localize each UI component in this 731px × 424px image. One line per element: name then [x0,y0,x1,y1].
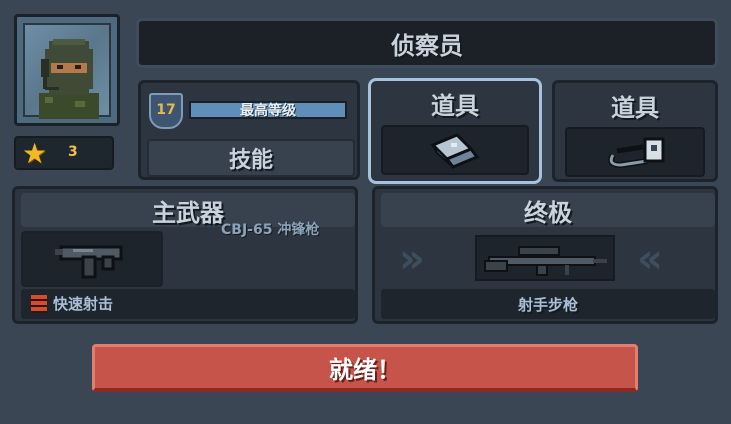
ultimate-panel[interactable]: 终极 » « 射手步枪 [372,186,718,324]
level-panel: 17 最高等级 技能 [138,80,360,180]
star-count: 3 [68,144,78,160]
ready-button-label: 就绪！ [329,356,401,384]
marksman-rifle-icon [484,246,607,276]
skills-button[interactable]: 技能 [147,139,355,177]
chevron-right-icon: » [399,236,425,282]
ultimate-weapon-name: 射手步枪 [517,295,578,314]
character-name: 侦察员 [391,31,463,60]
level-status: 最高等级 [240,103,296,119]
item-2-icon-slot [565,127,705,177]
chevron-left-icon: « [637,236,663,282]
primary-weapon-trait-bar: 快速射击 [21,289,355,319]
gadget-device-icon [430,133,480,169]
ultimate-weapon-slot [475,235,615,281]
item-slot-1[interactable]: 道具 [368,78,542,184]
ready-button[interactable]: 就绪！ [92,344,638,392]
skills-label: 技能 [228,148,273,173]
portrait-frame [23,23,111,119]
ultimate-title: 终极 [381,193,715,227]
item-slot-2[interactable]: 道具 [552,80,718,182]
ultimate-name-bar: 射手步枪 [381,289,715,319]
primary-weapon-trait: 快速射击 [53,295,114,313]
star-rank: ★ 3 [14,136,114,170]
level-badge: 17 [149,93,183,129]
smg-icon [55,245,123,279]
item-1-label: 道具 [431,91,479,120]
character-name-bar: 侦察员 [136,18,718,68]
character-portrait [14,14,120,126]
primary-weapon-name: CBJ-65 冲锋枪 [221,222,320,238]
primary-weapon-slot [21,231,163,287]
cable-device-icon [608,137,665,169]
item-2-label: 道具 [611,93,659,122]
soldier-avatar-icon [39,39,99,119]
fire-rate-icon [31,295,47,313]
star-icon: ★ [22,137,48,170]
item-1-icon-slot [381,125,529,175]
primary-weapon-panel[interactable]: 主武器 CBJ-65 冲锋枪 快速射击 [12,186,358,324]
